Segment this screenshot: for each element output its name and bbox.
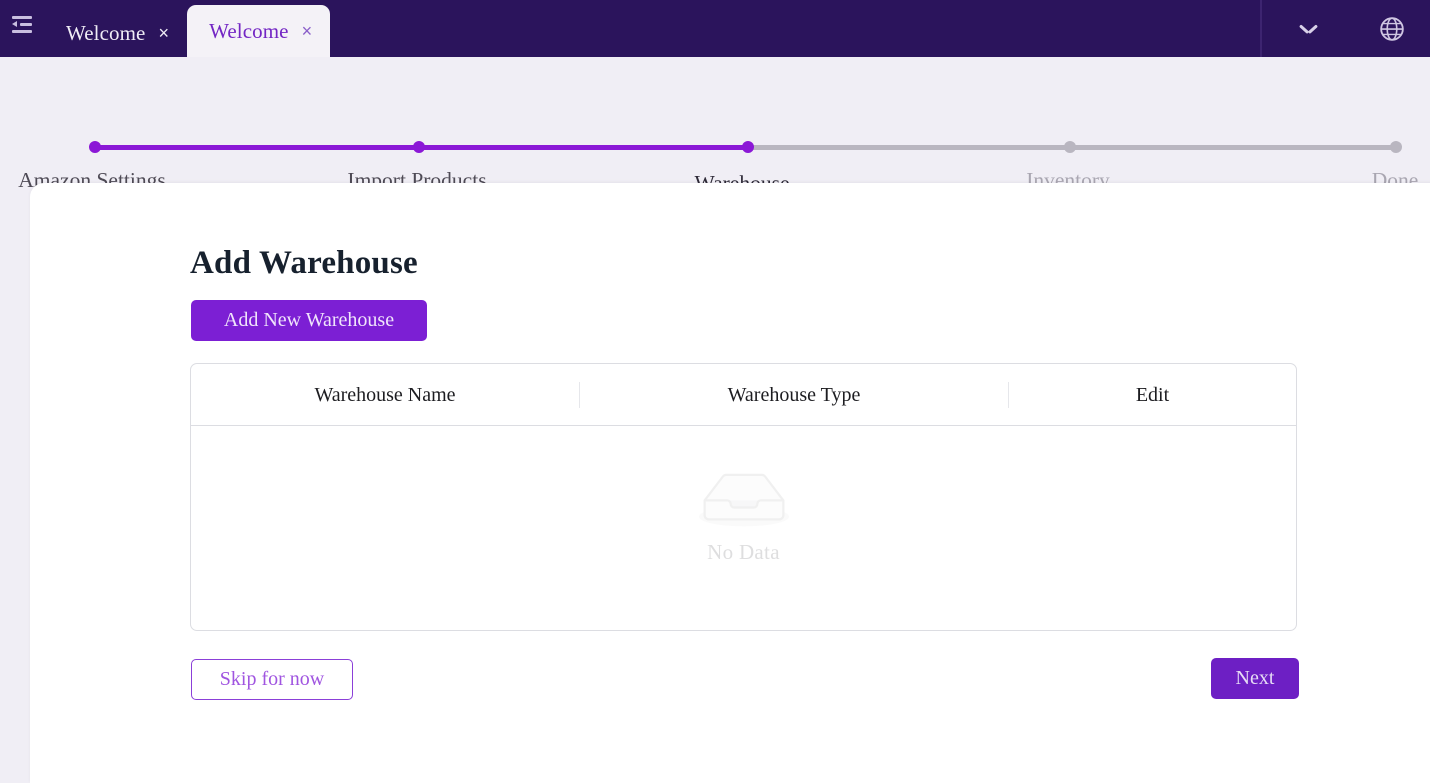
stepper-dot-warehouse[interactable] [742,141,754,153]
tab-welcome-1[interactable]: Welcome × [44,9,187,57]
stepper-dot-amazon-settings[interactable] [89,141,101,153]
progress-stepper: Amazon Settings Import Products Warehous… [0,57,1430,195]
next-button[interactable]: Next [1211,658,1299,699]
globe-icon [1380,16,1404,41]
warehouse-table: Warehouse Name Warehouse Type Edit No Da… [190,363,1297,631]
titlebar-actions [1260,0,1430,57]
page-title: Add Warehouse [190,245,418,281]
stepper-track-2 [419,145,747,150]
menu-fold-button[interactable] [0,0,44,57]
tab-label: Welcome [66,20,146,45]
chevron-down-button[interactable] [1262,0,1354,57]
add-new-warehouse-button[interactable]: Add New Warehouse [191,300,427,341]
close-icon[interactable]: × [302,22,313,40]
close-icon[interactable]: × [158,24,169,42]
column-header-warehouse-type[interactable]: Warehouse Type [580,364,1008,426]
title-bar: Welcome × Welcome × [0,0,1430,57]
stepper-dot-inventory[interactable] [1064,141,1076,153]
tab-welcome-2[interactable]: Welcome × [187,5,331,57]
stepper-track-3 [748,145,1069,150]
stepper-dot-import-products[interactable] [413,141,425,153]
globe-button[interactable] [1354,0,1430,57]
skip-for-now-button[interactable]: Skip for now [191,659,353,700]
menu-fold-icon [12,15,32,33]
chevron-down-icon [1300,24,1317,33]
stepper-track-1 [95,145,418,150]
content-card: Add Warehouse Add New Warehouse Warehous… [30,183,1430,783]
empty-state-text: No Data [707,540,780,564]
column-header-edit[interactable]: Edit [1009,364,1296,426]
empty-state: No Data [191,468,1296,565]
column-header-warehouse-name[interactable]: Warehouse Name [191,364,579,426]
table-body: No Data [191,426,1296,631]
stepper-track-4 [1070,145,1396,150]
stepper-dot-done[interactable] [1390,141,1402,153]
tab-label: Welcome [209,18,289,43]
table-header-row: Warehouse Name Warehouse Type Edit [191,364,1296,426]
empty-box-icon [698,473,789,527]
